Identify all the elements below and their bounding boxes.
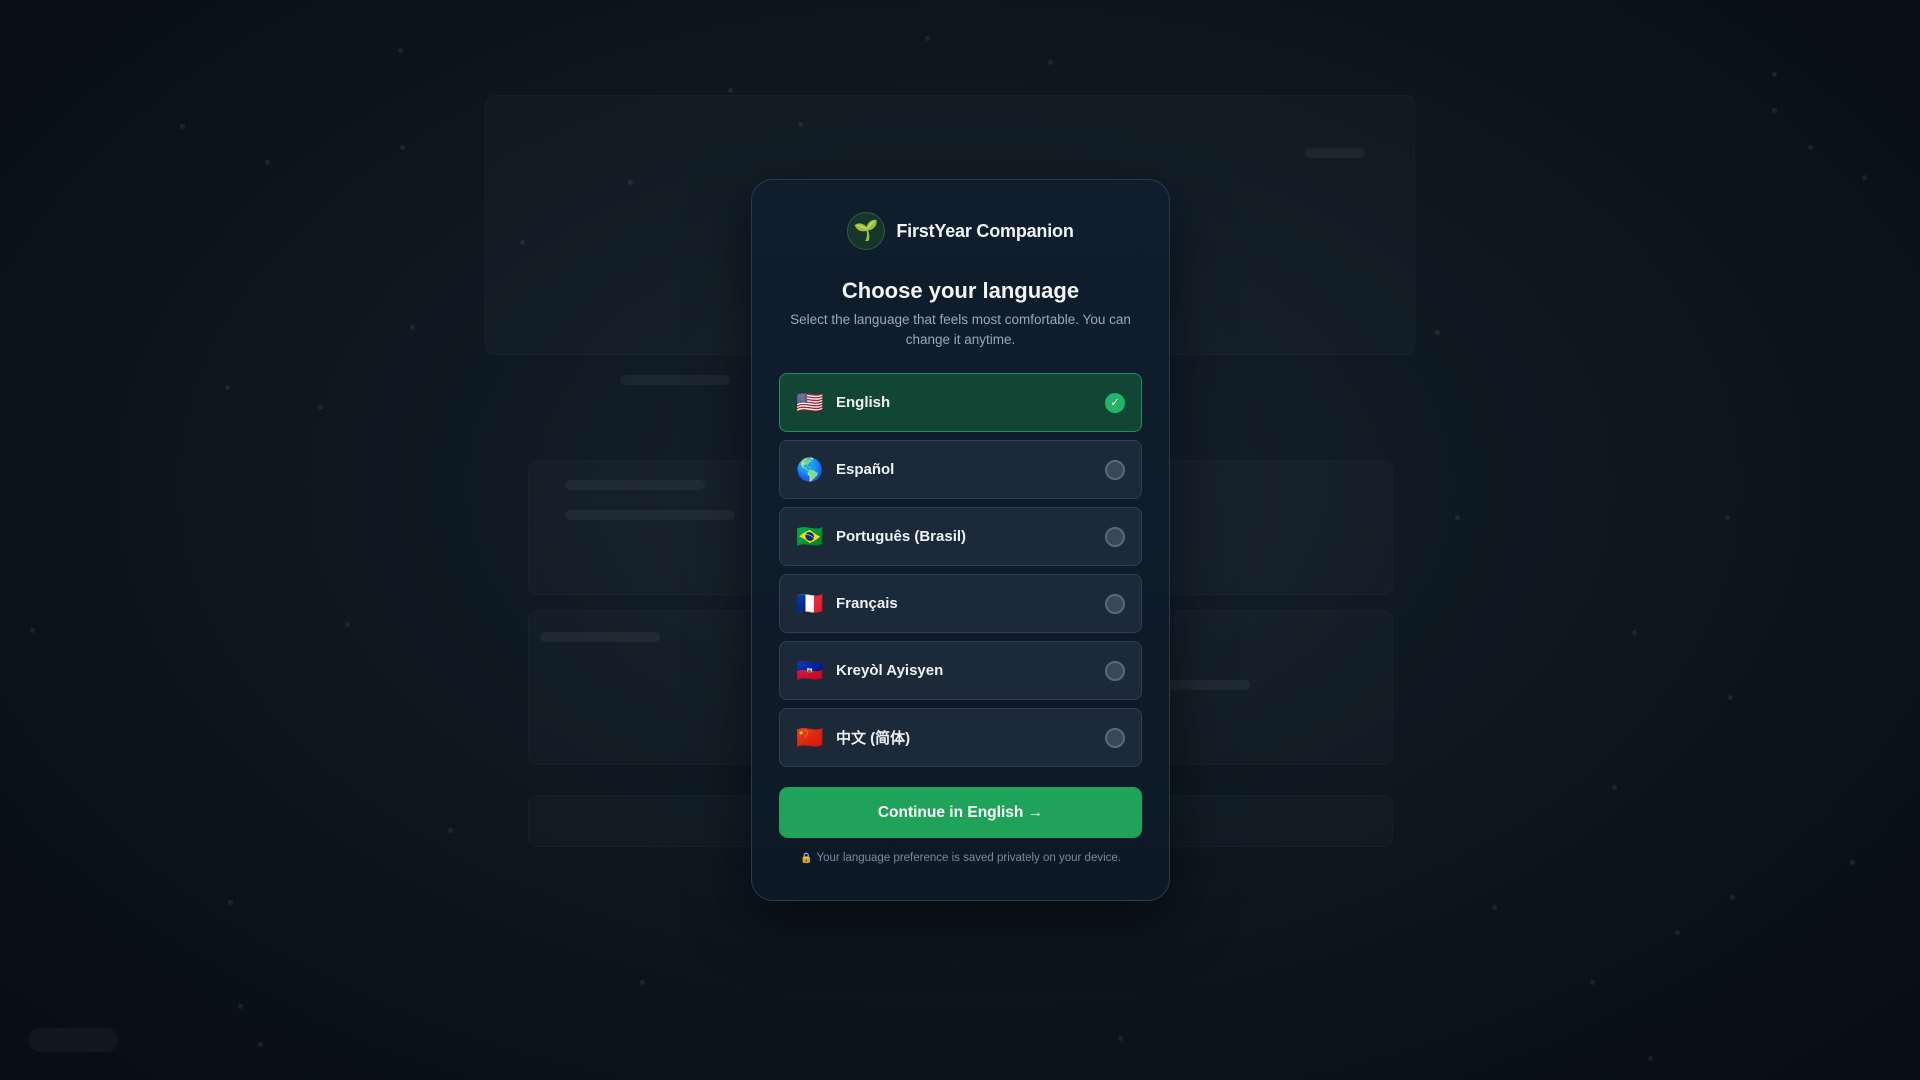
brazil-flag-icon: 🇧🇷 xyxy=(796,523,824,549)
background-text xyxy=(565,480,705,490)
radio-button[interactable] xyxy=(1105,526,1125,547)
globe-icon: 🌎 xyxy=(796,456,824,482)
language-label: English xyxy=(836,394,891,411)
language-label: Español xyxy=(836,461,895,478)
particle xyxy=(925,36,930,41)
language-option-french[interactable]: 🇫🇷 Français xyxy=(779,574,1142,633)
language-label: 中文 (简体) xyxy=(836,730,911,747)
particle xyxy=(238,1004,243,1009)
background-text xyxy=(540,632,660,642)
particle xyxy=(1118,1036,1123,1041)
particle xyxy=(628,180,633,185)
background-text xyxy=(1305,148,1365,158)
privacy-note: 🔒 Your language preference is saved priva… xyxy=(752,852,1169,864)
check-icon[interactable]: ✓ xyxy=(1105,392,1125,413)
dialog-title: Choose your language xyxy=(841,278,1080,303)
language-label: Français xyxy=(836,595,898,612)
particle xyxy=(1772,72,1777,77)
dialog-subtitle: Select the language that feels most comf… xyxy=(790,312,1131,347)
particle xyxy=(1808,145,1813,150)
particle xyxy=(1772,108,1777,113)
particle xyxy=(640,980,645,985)
particle xyxy=(265,160,270,165)
continue-button[interactable]: Continue in English → xyxy=(779,787,1142,838)
particle xyxy=(318,405,323,410)
radio-button[interactable] xyxy=(1105,727,1125,748)
us-flag-icon: 🇺🇸 xyxy=(796,389,824,415)
privacy-text: Your language preference is saved privat… xyxy=(816,852,1121,864)
brand-name: FirstYear Companion xyxy=(896,220,1074,241)
particle xyxy=(30,628,35,633)
language-dialog: 🌱 FirstYear Companion Choose your langua… xyxy=(751,179,1170,901)
particle xyxy=(1492,905,1497,910)
language-label: Kreyòl Ayisyen xyxy=(836,662,944,679)
particle xyxy=(225,385,230,390)
radio-button[interactable] xyxy=(1105,593,1125,614)
particle xyxy=(1675,930,1680,935)
language-option-english[interactable]: 🇺🇸 English ✓ xyxy=(779,373,1142,432)
language-option-spanish[interactable]: 🌎 Español xyxy=(779,440,1142,499)
background-corner-pill xyxy=(28,1028,118,1052)
language-option-chinese[interactable]: 🇨🇳 中文 (简体) xyxy=(779,708,1142,767)
radio-button[interactable] xyxy=(1105,660,1125,681)
particle xyxy=(228,900,233,905)
haiti-flag-icon: 🇭🇹 xyxy=(796,657,824,683)
china-flag-icon: 🇨🇳 xyxy=(796,724,824,750)
particle xyxy=(1725,515,1730,520)
particle xyxy=(728,88,733,93)
language-option-portuguese[interactable]: 🇧🇷 Português (Brasil) xyxy=(779,507,1142,566)
background-text xyxy=(620,375,730,385)
particle xyxy=(1590,980,1595,985)
language-option-haitian-creole[interactable]: 🇭🇹 Kreyòl Ayisyen xyxy=(779,641,1142,700)
particle xyxy=(1728,695,1733,700)
particle xyxy=(1648,1056,1653,1061)
particle xyxy=(258,1042,263,1047)
background-text xyxy=(1160,680,1250,690)
language-list: 🇺🇸 English ✓ 🌎 Español 🇧🇷 Português (Bra… xyxy=(779,373,1142,775)
particle xyxy=(1730,895,1735,900)
radio-button[interactable] xyxy=(1105,459,1125,480)
particle xyxy=(345,622,350,627)
france-flag-icon: 🇫🇷 xyxy=(796,590,824,616)
particle xyxy=(180,124,185,129)
particle xyxy=(1850,860,1855,865)
particle xyxy=(398,48,403,53)
particle xyxy=(448,828,453,833)
particle xyxy=(798,122,803,127)
particle xyxy=(1455,515,1460,520)
lock-icon: 🔒 xyxy=(800,853,813,864)
language-label: Português (Brasil) xyxy=(836,528,967,545)
particle xyxy=(1632,630,1637,635)
particle xyxy=(400,145,405,150)
seedling-icon: 🌱 xyxy=(847,212,886,250)
brand-header: 🌱 FirstYear Companion xyxy=(752,212,1169,250)
particle xyxy=(410,325,415,330)
particle xyxy=(1862,175,1867,180)
particle xyxy=(520,240,525,245)
particle xyxy=(1435,330,1440,335)
particle xyxy=(1612,785,1617,790)
particle xyxy=(1048,60,1053,65)
background-text xyxy=(565,510,735,520)
